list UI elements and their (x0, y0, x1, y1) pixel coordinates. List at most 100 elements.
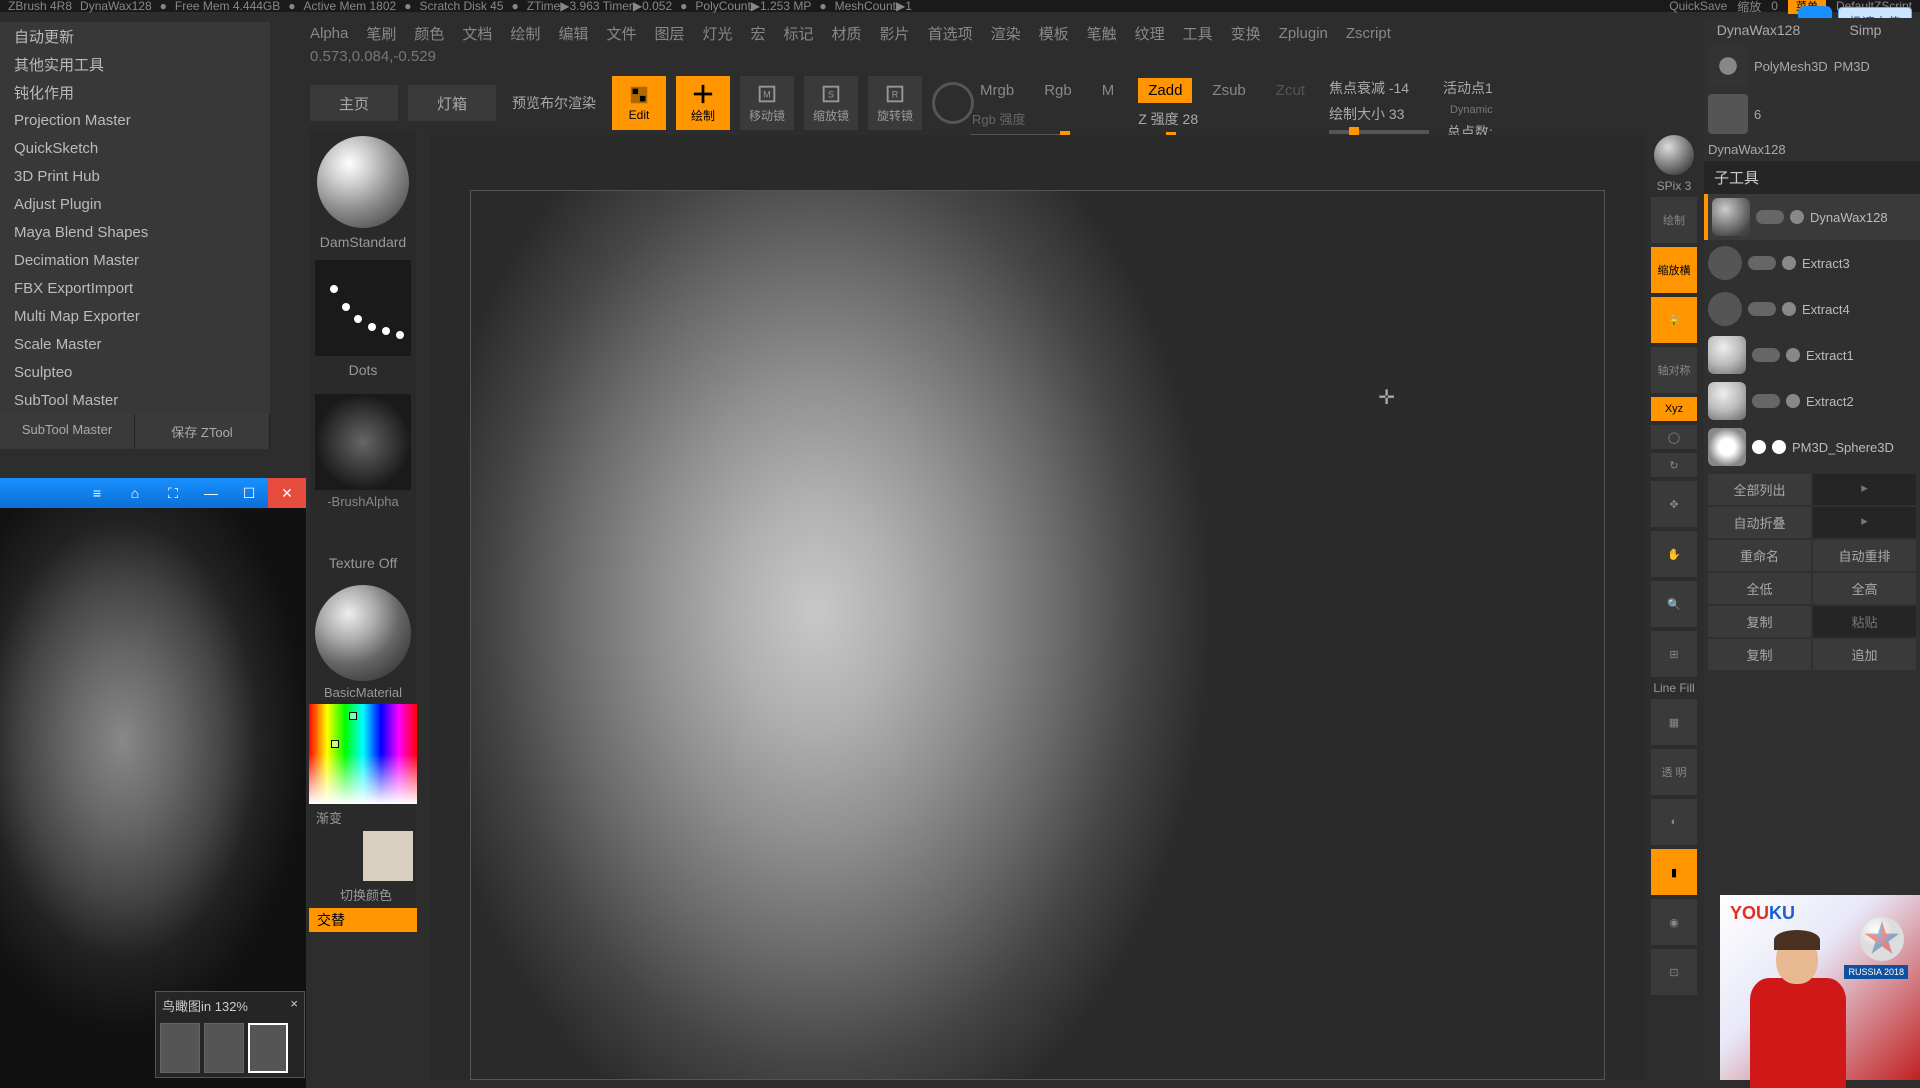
grid-button[interactable]: ▦ (1651, 699, 1697, 745)
floor-button[interactable]: 缩放横 (1651, 247, 1697, 293)
plugin-sculpteo[interactable]: Sculpteo (0, 358, 270, 386)
symmetry-button[interactable]: 轴对称 (1651, 347, 1697, 393)
zoom-nav-icon[interactable]: 🔍 (1651, 581, 1697, 627)
subtool-item[interactable]: Extract2 (1704, 378, 1920, 424)
subtool-thumb[interactable] (1712, 198, 1750, 236)
stroke-preview[interactable] (315, 260, 411, 356)
plugin-misc-tools[interactable]: 其他实用工具 (0, 50, 270, 78)
rotate-mode-button[interactable]: R 旋转镜 (868, 76, 922, 130)
menu-tool[interactable]: 工具 (1183, 23, 1213, 44)
minimize-icon[interactable]: — (192, 478, 230, 508)
subtool-paint-icon[interactable] (1790, 210, 1804, 224)
navigator-thumb[interactable] (204, 1023, 244, 1073)
subtool-item[interactable]: Extract3 (1704, 240, 1920, 286)
subtool-paint-icon[interactable] (1782, 302, 1796, 316)
zsub-button[interactable]: Zsub (1202, 78, 1255, 103)
color-picker[interactable] (309, 704, 417, 804)
subtool-paint-icon[interactable] (1786, 394, 1800, 408)
plugin-multi-map[interactable]: Multi Map Exporter (0, 302, 270, 330)
menu-preferences[interactable]: 首选项 (928, 23, 973, 44)
bpr-button[interactable] (1654, 135, 1694, 175)
document-canvas[interactable] (470, 190, 1605, 1080)
arrow-icon[interactable]: ▸ (1813, 474, 1916, 505)
frame-button[interactable]: ✥ (1651, 481, 1697, 527)
menu-alpha[interactable]: Alpha (310, 25, 348, 42)
eye-icon[interactable] (1708, 292, 1742, 326)
plugin-decimation[interactable]: Decimation Master (0, 246, 270, 274)
menu-material[interactable]: 材质 (832, 23, 862, 44)
plugin-3d-print-hub[interactable]: 3D Print Hub (0, 162, 270, 190)
save-ztool-button[interactable]: 保存 ZTool (135, 414, 270, 449)
append-button[interactable]: 追加 (1813, 639, 1916, 670)
edit-mode-button[interactable]: Edit (612, 76, 666, 130)
color-marker-secondary[interactable] (331, 740, 339, 748)
polyf-button[interactable]: ⊡ (1651, 949, 1697, 995)
zcut-button[interactable]: Zcut (1266, 78, 1315, 103)
menu-stroke[interactable]: 笔触 (1087, 23, 1117, 44)
subtool-paint-icon[interactable] (1782, 256, 1796, 270)
subtool-paint-icon[interactable] (1786, 348, 1800, 362)
switch-color-label[interactable]: 切换颜色 (334, 885, 392, 904)
current-tool-thumb[interactable] (1708, 94, 1748, 134)
navigator-thumb[interactable] (160, 1023, 200, 1073)
menu-zscript[interactable]: Zscript (1346, 25, 1391, 42)
rgb-button[interactable]: Rgb (1034, 78, 1082, 103)
subtool-paint-icon[interactable] (1772, 440, 1786, 454)
subtool-visibility-toggle[interactable] (1752, 394, 1780, 408)
menu-texture[interactable]: 纹理 (1135, 23, 1165, 44)
local-button[interactable]: 🔒 (1651, 297, 1697, 343)
draw-mode-button[interactable]: 绘制 (676, 76, 730, 130)
quicksave-button[interactable]: QuickSave (1669, 0, 1727, 13)
m-button[interactable]: M (1092, 78, 1125, 103)
xyz-button[interactable]: Xyz (1651, 397, 1697, 421)
subtool-thumb[interactable] (1708, 428, 1746, 466)
draw-size-slider[interactable] (1329, 130, 1429, 134)
zadd-button[interactable]: Zadd (1138, 78, 1192, 103)
reference-image[interactable]: 鸟瞰图in 132% × (0, 508, 306, 1088)
subtool-item[interactable]: DynaWax128 (1704, 194, 1920, 240)
subtool-thumb[interactable] (1708, 382, 1746, 420)
plugin-fbx[interactable]: FBX ExportImport (0, 274, 270, 302)
live-boolean-label[interactable]: 预览布尔渲染 (506, 85, 602, 121)
xpose-button[interactable]: ◉ (1651, 899, 1697, 945)
rotate-nav-icon[interactable]: ↻ (1651, 453, 1697, 477)
plugin-quicksketch[interactable]: QuickSketch (0, 134, 270, 162)
menu-light[interactable]: 灯光 (702, 23, 732, 44)
solo-button[interactable]: ▮ (1651, 849, 1697, 895)
plugin-subtool-master[interactable]: SubTool Master (0, 386, 270, 414)
subtool-item[interactable]: Extract4 (1704, 286, 1920, 332)
subtool-visibility-toggle[interactable] (1748, 302, 1776, 316)
menu-movie[interactable]: 影片 (880, 23, 910, 44)
fullscreen-icon[interactable]: ⛶ (154, 478, 192, 508)
transp-button[interactable]: 透 明 (1651, 749, 1697, 795)
close-icon[interactable]: ✕ (268, 478, 306, 508)
navigator-panel[interactable]: 鸟瞰图in 132% × (155, 991, 305, 1078)
home-tab[interactable]: 主页 (310, 85, 398, 121)
auto-reorder-button[interactable]: 自动重排 (1813, 540, 1916, 571)
home-icon[interactable]: ⌂ (116, 478, 154, 508)
paste-button[interactable]: 粘贴 (1813, 606, 1916, 637)
gradient-label[interactable]: 渐变 (310, 808, 342, 827)
auto-collapse-button[interactable]: 自动折叠 (1708, 507, 1811, 538)
material-preview[interactable] (315, 585, 411, 681)
brush-preview[interactable] (317, 136, 409, 228)
lasso-icon[interactable]: ◯ (1651, 425, 1697, 449)
subtool-header[interactable]: 子工具 (1704, 161, 1920, 194)
arrow-icon[interactable]: ▸ (1813, 507, 1916, 538)
menu-marker[interactable]: 标记 (784, 23, 814, 44)
menu-draw[interactable]: 绘制 (510, 23, 540, 44)
list-all-button[interactable]: 全部列出 (1708, 474, 1811, 505)
subtool-item[interactable]: PM3D_Sphere3D (1704, 424, 1920, 470)
eye-icon[interactable] (1708, 246, 1742, 280)
all-low-button[interactable]: 全低 (1708, 573, 1811, 604)
menu-document[interactable]: 文档 (462, 23, 492, 44)
menu-render[interactable]: 渲染 (991, 23, 1021, 44)
subtool-master-button[interactable]: SubTool Master (0, 414, 135, 449)
plugin-projection-master[interactable]: Projection Master (0, 106, 270, 134)
actual-button[interactable]: ⊞ (1651, 631, 1697, 677)
plugin-auto-update[interactable]: 自动更新 (0, 22, 270, 50)
gyro-tool[interactable] (932, 82, 974, 124)
menu-color[interactable]: 颜色 (414, 23, 444, 44)
sculpt-mesh[interactable] (470, 190, 1264, 1080)
hamburger-icon[interactable]: ≡ (78, 478, 116, 508)
